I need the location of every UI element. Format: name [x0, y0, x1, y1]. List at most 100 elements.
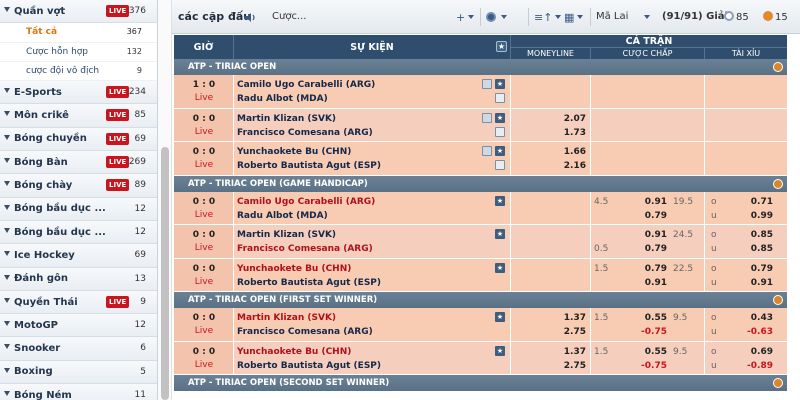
sidebar-item[interactable]: Quyền Thái LIVE 9 — [0, 290, 157, 315]
over-odds[interactable]: 0.71 — [751, 197, 773, 207]
favorite-star-icon[interactable]: ★ — [496, 41, 507, 52]
stats-icon[interactable] — [482, 146, 492, 156]
home-team[interactable]: Camilo Ugo Carabelli (ARG) — [237, 80, 375, 90]
handicap-odds-away[interactable]: -0.75 — [641, 361, 667, 371]
scrollbar-thumb[interactable] — [161, 147, 169, 400]
sidebar-item[interactable]: Ice Hockey 69 — [0, 244, 157, 268]
sidebar-item[interactable]: Quần vợt LIVE 376 — [0, 0, 157, 24]
away-team[interactable]: Francisco Comesana (ARG) — [237, 327, 373, 337]
sidebar-item[interactable]: Bóng bầu dục ... 12 — [0, 197, 157, 221]
league-count[interactable]: (91/91) Giải — [662, 11, 728, 22]
home-team[interactable]: Yunchaokete Bu (CHN) — [237, 147, 351, 157]
sort-button[interactable]: ≡↑ — [534, 9, 562, 25]
sidebar-item[interactable]: E-Sports LIVE 234 — [0, 81, 157, 105]
under-odds[interactable]: -0.89 — [747, 361, 773, 371]
speaker-icon[interactable] — [244, 12, 256, 23]
sport-filter-button[interactable] — [486, 9, 507, 25]
favorite-star-icon[interactable]: ★ — [495, 195, 505, 206]
under-odds[interactable]: 0.99 — [751, 211, 773, 221]
over-odds[interactable]: 0.79 — [751, 264, 773, 274]
under-odds[interactable]: -0.63 — [747, 327, 773, 337]
league-header[interactable]: ATP - TIRIAC OPEN (GAME HANDICAP) — [174, 175, 787, 192]
away-team[interactable]: Radu Albot (MDA) — [237, 94, 328, 104]
handicap-odds-away[interactable]: 0.79 — [645, 244, 667, 254]
home-team[interactable]: Yunchaokete Bu (CHN) — [237, 264, 351, 274]
home-team[interactable]: Camilo Ugo Carabelli (ARG) — [237, 197, 375, 207]
favorite-star-icon[interactable]: ★ — [495, 229, 505, 239]
moneyline-away[interactable]: 2.75 — [564, 361, 586, 371]
handicap-odds-away[interactable]: -0.75 — [641, 327, 667, 337]
sidebar-item[interactable]: Bóng bầu dục ... 12 — [0, 220, 157, 245]
under-odds[interactable]: 0.91 — [751, 278, 773, 288]
sidebar-subitem[interactable]: cược đội vô địch 9 — [0, 61, 157, 82]
home-team[interactable]: Martin Klizan (SVK) — [237, 313, 336, 323]
sidebar-item[interactable]: Bóng chuyền LIVE 69 — [0, 127, 157, 152]
sidebar-item[interactable]: Đánh gôn 13 — [0, 267, 157, 291]
add-button[interactable]: + — [456, 9, 475, 25]
stats-icon[interactable] — [482, 112, 492, 123]
away-team[interactable]: Roberto Bautista Agut (ESP) — [237, 161, 381, 171]
under-odds[interactable]: 0.85 — [751, 244, 773, 254]
header-event[interactable]: SỰ KIỆN — [234, 35, 511, 59]
sidebar-item[interactable]: Môn crikê LIVE 85 — [0, 104, 157, 128]
odds-type-select[interactable]: Mã Lai — [596, 11, 628, 22]
collapse-icon[interactable] — [773, 178, 783, 189]
favorite-star-icon[interactable]: ★ — [495, 146, 505, 156]
home-team[interactable]: Martin Klizan (SVK) — [237, 230, 336, 240]
sidebar-subitem[interactable]: Tất cả 367 — [0, 23, 157, 43]
league-header[interactable]: ATP - TIRIAC OPEN (SECOND SET WINNER) — [174, 375, 787, 391]
sidebar-item[interactable]: Bóng Ném 11 — [0, 384, 157, 400]
moneyline-away[interactable]: 1.73 — [564, 128, 586, 138]
league-header[interactable]: ATP - TIRIAC OPEN — [174, 59, 787, 75]
over-odds[interactable]: 0.69 — [751, 347, 773, 357]
sidebar-item[interactable]: MotoGP 12 — [0, 314, 157, 338]
over-odds[interactable]: 0.43 — [751, 313, 773, 323]
handicap-odds-home[interactable]: 0.79 — [645, 264, 667, 274]
away-team[interactable]: Radu Albot (MDA) — [237, 211, 328, 221]
calendar-icon[interactable] — [495, 160, 505, 170]
calendar-icon[interactable] — [495, 93, 505, 103]
sidebar-item[interactable]: Bóng Bàn LIVE 269 — [0, 151, 157, 175]
sidebar-item[interactable]: Snooker 6 — [0, 337, 157, 361]
moneyline-home[interactable]: 1.37 — [564, 347, 586, 357]
favorite-star-icon[interactable]: ★ — [495, 345, 505, 356]
favorite-star-icon[interactable]: ★ — [495, 79, 505, 89]
parlay-dropdown[interactable]: Cược... — [272, 11, 306, 22]
collapse-icon[interactable] — [773, 295, 783, 305]
moneyline-away[interactable]: 2.16 — [564, 161, 586, 171]
grid-view-button[interactable]: ▦ — [564, 9, 584, 25]
moneyline-home[interactable]: 2.07 — [564, 114, 586, 124]
over-odds[interactable]: 0.85 — [751, 230, 773, 240]
stats-icon[interactable] — [482, 79, 492, 89]
header-time[interactable]: GIỜ — [174, 35, 234, 59]
collapse-icon[interactable] — [773, 378, 783, 388]
moneyline-cell: 2.07 1.73 — [511, 108, 591, 141]
favorite-star-icon[interactable]: ★ — [495, 112, 505, 123]
league-header[interactable]: ATP - TIRIAC OPEN (FIRST SET WINNER) — [174, 292, 787, 308]
home-team[interactable]: Yunchaokete Bu (CHN) — [237, 347, 351, 357]
handicap-odds-away[interactable]: 0.79 — [645, 211, 667, 221]
away-team[interactable]: Francisco Comesana (ARG) — [237, 128, 373, 138]
moneyline-away[interactable]: 2.75 — [564, 327, 586, 337]
chevron-down-icon[interactable] — [644, 15, 650, 19]
favorite-star-icon[interactable]: ★ — [495, 262, 505, 273]
away-team[interactable]: Francisco Comesana (ARG) — [237, 244, 373, 254]
handicap-odds-home[interactable]: 0.91 — [645, 230, 667, 240]
away-team[interactable]: Roberto Bautista Agut (ESP) — [237, 361, 381, 371]
match-row: 0 : 0 Live Martin Klizan (SVK) Francisco… — [174, 308, 787, 342]
calendar-icon[interactable] — [495, 126, 505, 137]
sidebar-item[interactable]: Boxing 5 — [0, 360, 157, 385]
handicap-odds-home[interactable]: 0.55 — [645, 313, 667, 323]
away-team[interactable]: Roberto Bautista Agut (ESP) — [237, 278, 381, 288]
handicap-odds-away[interactable]: 0.91 — [645, 278, 667, 288]
home-team[interactable]: Martin Klizan (SVK) — [237, 114, 336, 124]
sidebar-item[interactable]: Bóng chày LIVE 89 — [0, 174, 157, 198]
favorite-star-icon[interactable]: ★ — [495, 312, 505, 322]
handicap-odds-home[interactable]: 0.91 — [645, 197, 667, 207]
handicap-odds-home[interactable]: 0.55 — [645, 347, 667, 357]
moneyline-home[interactable]: 1.66 — [564, 147, 586, 157]
sidebar-subitem[interactable]: Cược hỗn hợp 132 — [0, 42, 157, 62]
sidebar-scrollbar[interactable] — [158, 0, 172, 400]
moneyline-home[interactable]: 1.37 — [564, 313, 586, 323]
collapse-icon[interactable] — [773, 62, 783, 72]
